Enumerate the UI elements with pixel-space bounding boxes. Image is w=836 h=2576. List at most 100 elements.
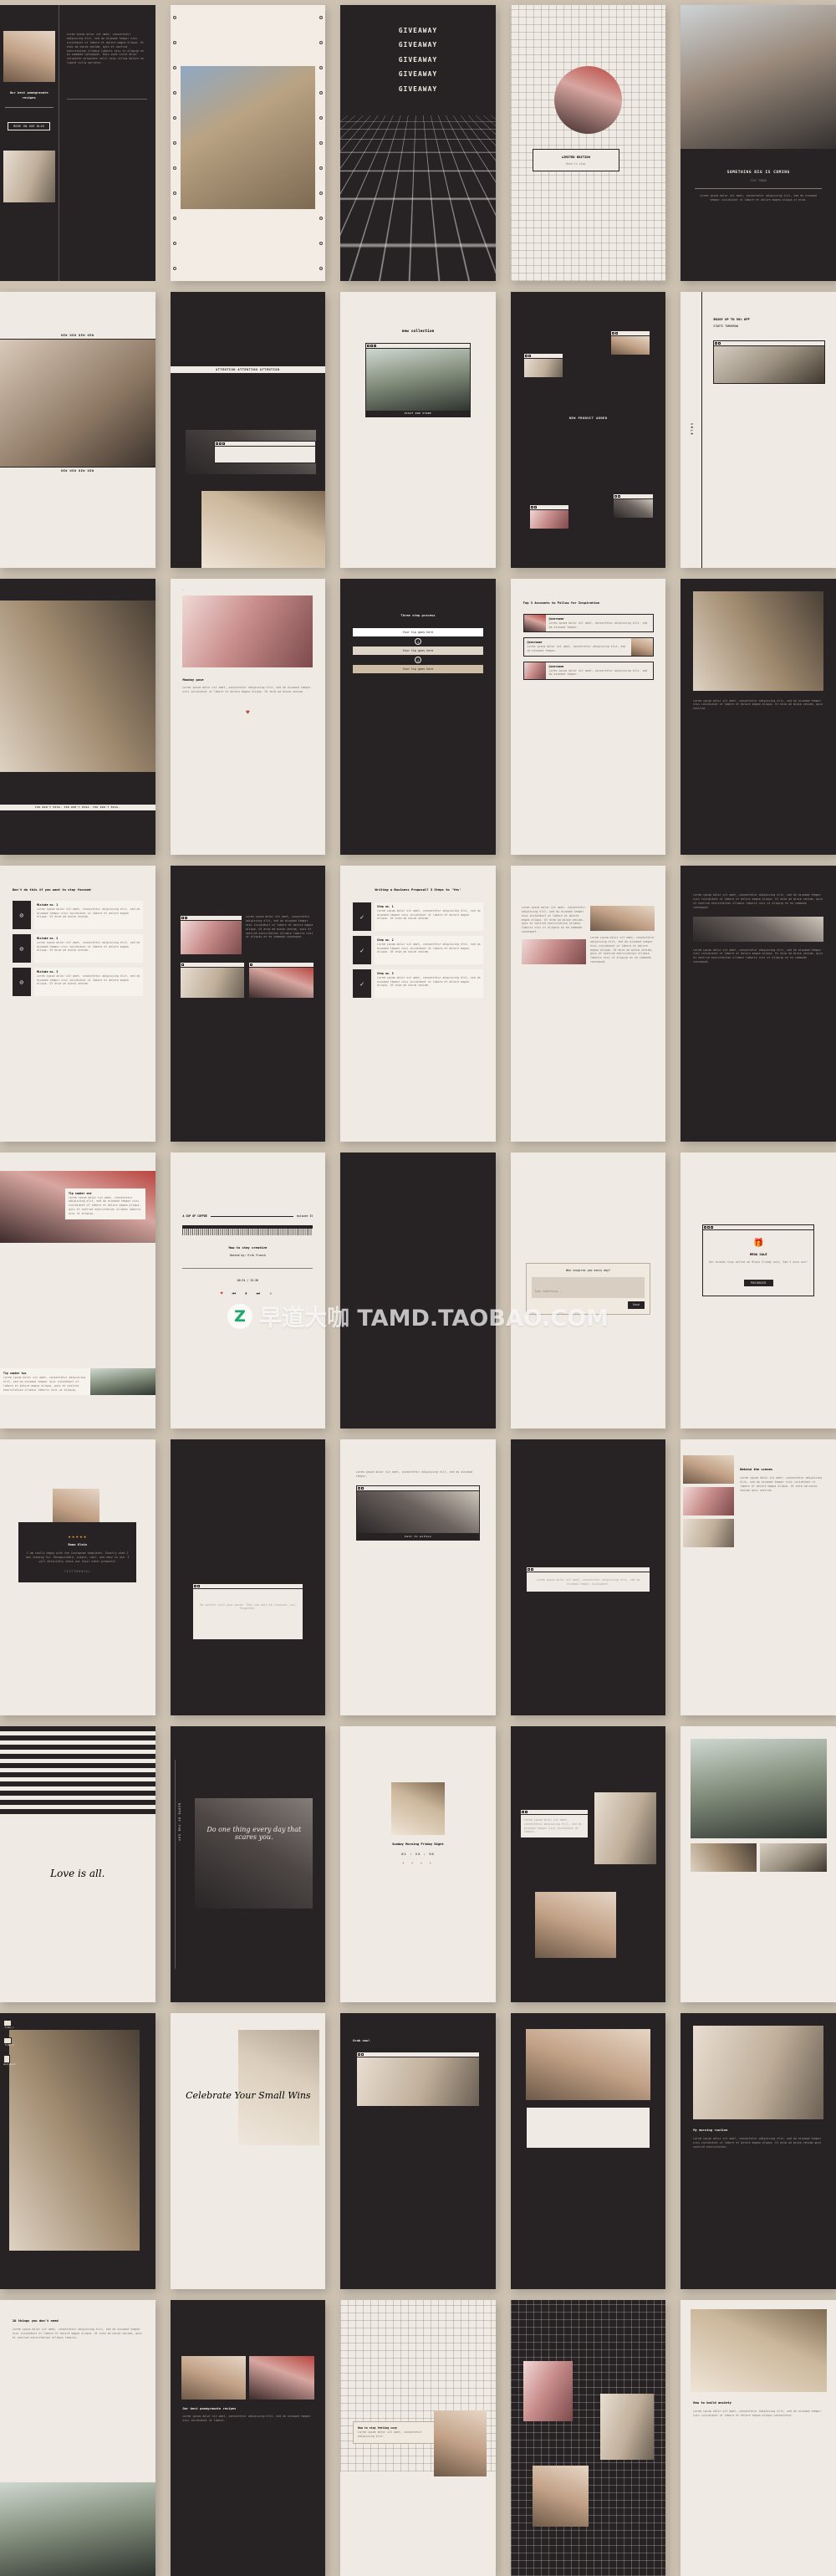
story-card-calendar[interactable]: January Mo Tu We Th Fr Sa Su 1 2 3 4 5 6 7 8 9 10… — [510, 2013, 666, 2289]
story-card-scares-you[interactable]: QUOTE OF THE DAY Do one thing every day … — [170, 1726, 326, 2002]
story-card-top-accounts[interactable]: Top 3 Accounts to Follow for Inspiration… — [510, 579, 666, 855]
calendar-day[interactable]: 26 — [597, 2136, 613, 2140]
answer-input[interactable]: Type something... — [532, 1276, 645, 1298]
story-card-anxiety[interactable]: How to build anxiety Lorem ipsum dolor s… — [681, 2300, 836, 2576]
offer-window[interactable] — [713, 340, 826, 384]
story-card-nature-collage[interactable] — [681, 1726, 836, 2002]
story-card-giveaway[interactable]: GIVEAWAY GIVEAWAY GIVEAWAY GIVEAWAY GIVE… — [340, 5, 496, 281]
story-card-limited-edition[interactable]: LIMITED EDITION Head to shop — [510, 5, 666, 281]
story-card-cta-photo[interactable]: Lorem ipsum dolor sit amet, consectetur … — [340, 1439, 496, 1715]
story-card-note[interactable]: Lorem ipsum dolor sit amet, consectetur … — [510, 1439, 666, 1715]
limited-edition-badge[interactable]: LIMITED EDITION Head to shop — [532, 148, 619, 172]
reminder-window[interactable]: Reminder Be careful with your words. The… — [191, 1582, 304, 1641]
story-card-reminder[interactable]: Reminder Be careful with your words. The… — [170, 1439, 326, 1715]
calendar-day[interactable]: 29 — [529, 2141, 545, 2145]
story-card-countdown[interactable]: Sunday Morning Friday Night 01 : 24 : 30… — [340, 1726, 496, 2002]
story-card-editorial[interactable]: Lorem ipsum dolor sit amet, consectetur … — [681, 579, 836, 855]
story-card-recipes[interactable]: Our best pomegranate recipes MORE ON OUR… — [0, 5, 155, 281]
calendar-day[interactable]: 12 — [597, 2126, 613, 2130]
step-item-2[interactable]: ✓ Step no. 2 Lorem ipsum dolor sit amet,… — [353, 936, 483, 965]
story-card-morning-routine[interactable]: My morning routine Lorem ipsum dolor sit… — [681, 2013, 836, 2289]
story-card-grab-now[interactable]: Grab now! — [340, 2013, 496, 2289]
cta-window[interactable]: Call to action — [355, 1485, 481, 1541]
story-card-mega-sale[interactable]: 🎁 MEGA SALE Our brands stay online on Bl… — [681, 1153, 836, 1429]
thumb-window-2[interactable] — [609, 330, 650, 356]
calendar-day[interactable]: 8 — [529, 2126, 545, 2130]
story-card-monday-pose[interactable]: — Monday pose Lorem ipsum dolor sit amet… — [170, 579, 326, 855]
mistake-item-3[interactable]: ⊘ Mistake no. 3 Lorem ipsum dolor sit am… — [12, 968, 143, 997]
calendar-day[interactable]: 3 — [563, 2121, 579, 2125]
step-field-3[interactable]: Your tip goes here — [353, 664, 483, 673]
calendar-day[interactable]: 1 — [529, 2121, 545, 2125]
story-card-new-marquee[interactable]: NEW NEW NEW NEW NEW NEW NEW NEW — [0, 292, 155, 568]
story-card-film-frame[interactable] — [170, 5, 326, 281]
send-button[interactable]: Send — [627, 1301, 645, 1309]
calendar-day[interactable]: 11 — [580, 2126, 596, 2130]
story-card-ten-things[interactable]: 10 things you don't need Lorem ipsum dol… — [0, 2300, 155, 2576]
audio-waveform[interactable] — [182, 1225, 314, 1236]
story-card-coming-soon[interactable]: SOMETHING BIG IS COMING STAY TUNED Lorem… — [681, 5, 836, 281]
account-row-2[interactable]: @username Lorem ipsum dolor sit amet, co… — [522, 637, 654, 657]
story-card-sale[interactable]: ATTENTION ATTENTION ATTENTION SALE 30% — [170, 292, 326, 568]
account-row-3[interactable]: @username Lorem ipsum dolor sit amet, co… — [522, 661, 654, 681]
story-card-dark-article[interactable]: Lorem ipsum dolor sit amet, consectetur … — [681, 866, 836, 1142]
calendar-day[interactable]: 7 — [631, 2121, 647, 2125]
story-card-cozy[interactable]: How to stay feeling cozy Lorem ipsum dol… — [340, 2300, 496, 2576]
sale-window[interactable]: SALE 30% — [213, 441, 317, 463]
step-item-3[interactable]: ✓ Step no. 3 Lorem ipsum dolor sit amet,… — [353, 969, 483, 999]
calendar-day[interactable]: 15 — [529, 2131, 545, 2135]
text-window[interactable]: Lorem ipsum dolor sit amet, consectetur … — [519, 1808, 589, 1839]
calendar-day[interactable]: 9 — [547, 2126, 563, 2130]
note-window[interactable]: Lorem ipsum dolor sit amet, consectetur … — [526, 1566, 650, 1593]
story-card-business-proposal[interactable]: Writing a Business Proposal? 3 Steps to … — [340, 866, 496, 1142]
story-card-enjoy-off[interactable]: SALE ENJOY UP TO 50% OFF STARTS TOMORROW — [681, 292, 836, 568]
grab-window[interactable] — [355, 2051, 481, 2107]
calendar-day[interactable]: 27 — [614, 2136, 630, 2140]
player-controls[interactable]: ♥ ⏮ ⏸ ⏭ ⇪ — [182, 1291, 313, 1296]
calendar-day[interactable]: 18 — [580, 2131, 596, 2135]
mistake-item-1[interactable]: ⊘ Mistake no. 1 Lorem ipsum dolor sit am… — [12, 901, 143, 930]
accept-button[interactable]: Accept — [236, 1625, 260, 1634]
calendar-day[interactable]: 2 — [547, 2121, 563, 2125]
photo-window-a[interactable] — [179, 962, 246, 999]
story-card-photo-text-collage[interactable]: Lorem ipsum dolor sit amet, consectetur … — [170, 866, 326, 1142]
photo-window-flowers[interactable] — [179, 915, 242, 956]
folder-item-1[interactable]: Folder_1 — [3, 2020, 16, 2029]
story-card-bath-collage[interactable]: Lorem ipsum dolor sit amet, consectetur … — [510, 1726, 666, 2002]
calendar-day[interactable]: 23 — [547, 2136, 563, 2140]
calendar-day[interactable]: 22 — [529, 2136, 545, 2140]
calendar-day[interactable]: 30 — [547, 2141, 563, 2145]
step-item-1[interactable]: ✓ Step no. 1 Lorem ipsum dolor sit amet,… — [353, 902, 483, 932]
thumb-window-3[interactable] — [529, 503, 570, 529]
photo-window-b[interactable] — [248, 962, 314, 999]
more-blog-button[interactable]: MORE ON OUR BLOG — [8, 122, 51, 131]
story-card-new-product[interactable]: NEW PRODUCT ADDED — [510, 292, 666, 568]
collection-window[interactable]: VISIT OUR STORE — [364, 343, 472, 418]
calendar-day[interactable]: 28 — [631, 2136, 647, 2140]
calendar-days[interactable]: 1 2 3 4 5 6 7 8 9 10 11 12 13 14 15 16 17 18 19 20 21 22 23 24 2… — [529, 2121, 647, 2145]
cta-button[interactable]: Call to action — [356, 1532, 480, 1540]
story-card-dark-blank[interactable] — [340, 1153, 496, 1429]
mega-sale-window[interactable]: 🎁 MEGA SALE Our brands stay online on Bl… — [702, 1224, 815, 1296]
calendar-day[interactable]: 14 — [631, 2126, 647, 2130]
previous-icon[interactable]: ⏮ — [232, 1291, 240, 1296]
story-card-recipes-dark[interactable]: Our best pomegranate recipes Lorem ipsum… — [170, 2300, 326, 2576]
folder-item-2[interactable]: Folder_2 — [3, 2037, 16, 2047]
preorder-button[interactable]: PREORDER — [743, 1279, 773, 1286]
calendar-day[interactable]: 24 — [563, 2136, 579, 2140]
calendar-day[interactable]: 4 — [580, 2121, 596, 2125]
calendar-day[interactable]: 10 — [563, 2126, 579, 2130]
story-card-three-steps[interactable]: Three step process Your tip goes here Yo… — [340, 579, 496, 855]
story-card-mistakes[interactable]: Don't do this if you want to stay focuse… — [0, 866, 155, 1142]
calendar-day[interactable]: 16 — [547, 2131, 563, 2135]
calendar-day[interactable]: 5 — [597, 2121, 613, 2125]
calendar-day[interactable]: 17 — [563, 2131, 579, 2135]
mistake-item-2[interactable]: ⊘ Mistake no. 2 Lorem ipsum dolor sit am… — [12, 934, 143, 963]
story-card-two-column-text[interactable]: Lorem ipsum dolor sit amet, consectetur … — [510, 866, 666, 1142]
calendar-day[interactable]: 31 — [563, 2141, 579, 2145]
story-card-tips[interactable]: Tip number one Lorem ipsum dolor sit ame… — [0, 1153, 155, 1429]
thumb-window-4[interactable] — [613, 493, 654, 519]
story-card-celebrate[interactable]: Celebrate Your Small Wins — [170, 2013, 326, 2289]
calendar-day[interactable]: 20 — [614, 2131, 630, 2135]
calendar-window[interactable]: January Mo Tu We Th Fr Sa Su 1 2 3 4 5 6 7 8 9 10… — [526, 2107, 650, 2149]
